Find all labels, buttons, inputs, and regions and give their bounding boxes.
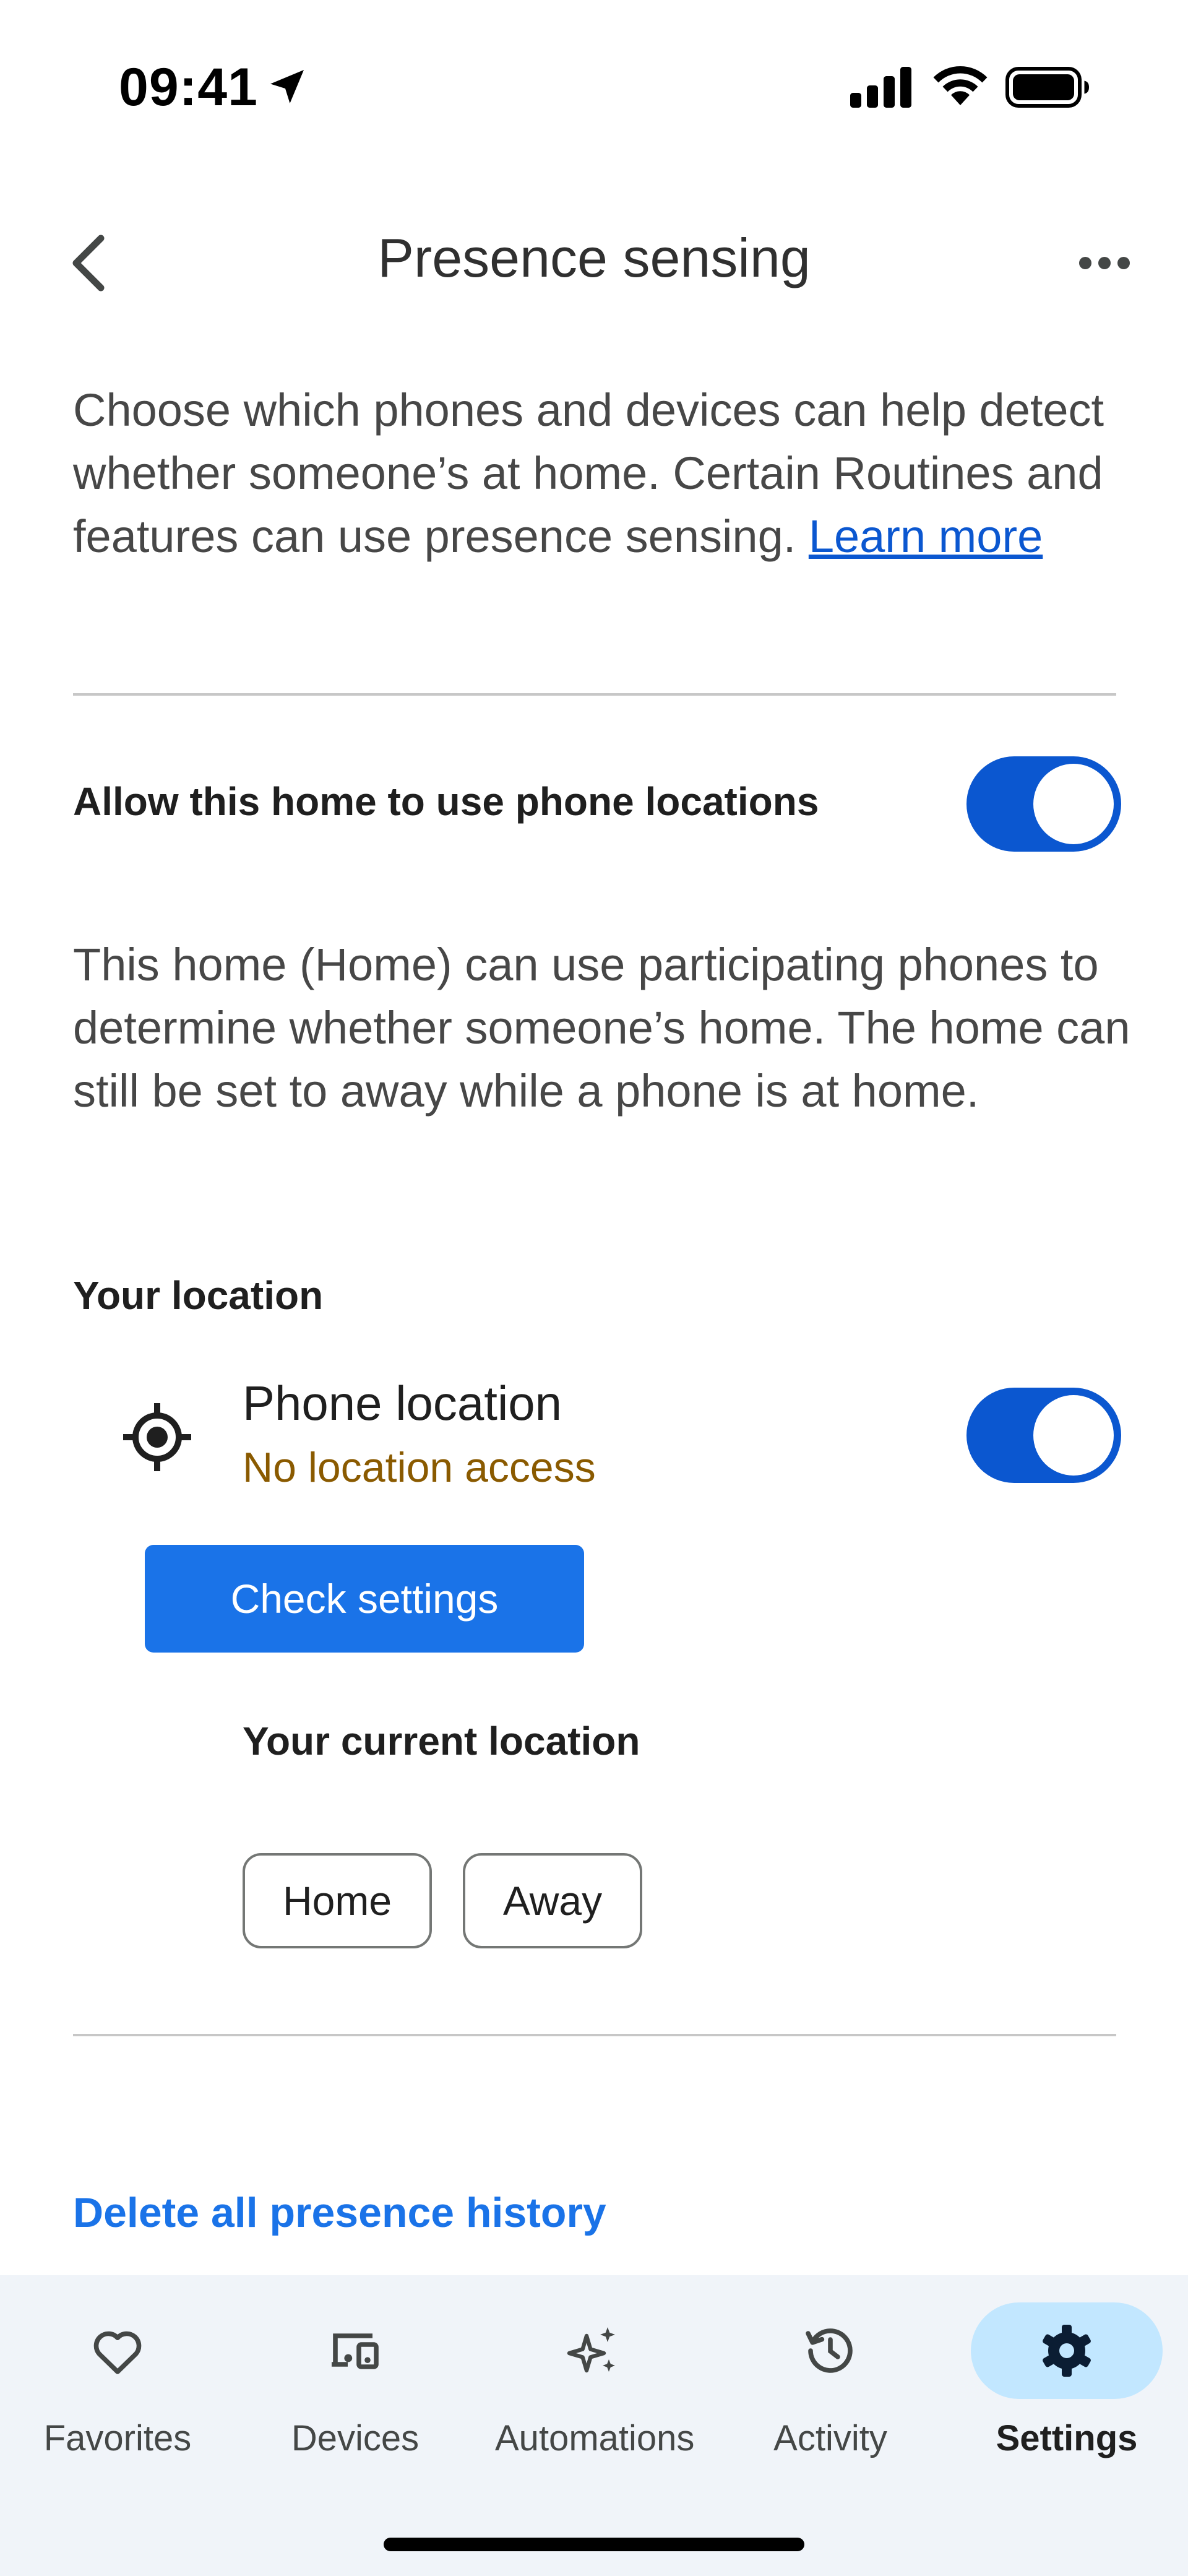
gear-icon — [1043, 2325, 1091, 2377]
cellular-signal-icon — [850, 67, 911, 108]
heart-icon — [93, 2331, 142, 2374]
history-icon — [806, 2328, 853, 2373]
sparkle-icon — [567, 2327, 615, 2373]
learn-more-link[interactable]: Learn more — [809, 511, 1043, 562]
nav-devices[interactable]: Devices — [256, 2302, 454, 2488]
wifi-icon — [933, 66, 988, 105]
nav-activity[interactable]: Activity — [731, 2302, 929, 2488]
nav-label: Activity — [773, 2418, 887, 2458]
nav-icon-container — [22, 2302, 213, 2399]
phone-location-title: Phone location — [243, 1376, 562, 1430]
more-options-button[interactable] — [1064, 235, 1145, 291]
current-location-heading: Your current location — [243, 1719, 640, 1763]
nav-icon-container — [734, 2302, 926, 2399]
nav-label: Devices — [291, 2418, 420, 2458]
nav-icon-container — [498, 2302, 690, 2399]
nav-label: Favorites — [43, 2418, 192, 2458]
divider — [73, 693, 1116, 696]
nav-automations[interactable]: Automations — [495, 2302, 695, 2488]
allow-phone-locations-label: Allow this home to use phone locations — [73, 779, 819, 824]
status-time: 09:41 — [119, 58, 258, 117]
nav-settings[interactable]: Settings — [968, 2302, 1166, 2488]
toggle-knob — [1033, 764, 1114, 844]
nav-label: Automations — [495, 2418, 695, 2458]
intro-description: Choose which phones and devices can help… — [73, 379, 1125, 568]
delete-presence-history-link[interactable]: Delete all presence history — [73, 2189, 606, 2237]
nav-favorites[interactable]: Favorites — [19, 2302, 217, 2488]
home-indicator[interactable] — [384, 2538, 804, 2551]
your-location-heading: Your location — [73, 1273, 324, 1318]
away-chip[interactable]: Away — [463, 1853, 642, 1948]
phone-location-toggle[interactable] — [966, 1388, 1121, 1483]
devices-icon — [332, 2333, 379, 2369]
home-chip[interactable]: Home — [243, 1853, 432, 1948]
home-description: This home (Home) can use participating p… — [73, 939, 1130, 1117]
page-title: Presence sensing — [377, 227, 811, 288]
phone-location-status: No location access — [243, 1444, 596, 1491]
divider — [73, 2034, 1116, 2036]
location-arrow-icon — [270, 70, 304, 103]
more-horiz-icon — [1079, 257, 1130, 269]
toggle-knob — [1033, 1395, 1114, 1476]
nav-label: Settings — [996, 2418, 1138, 2458]
check-settings-button[interactable]: Check settings — [145, 1545, 584, 1653]
my-location-icon — [123, 1403, 191, 1471]
allow-phone-locations-toggle[interactable] — [966, 756, 1121, 852]
nav-icon-container — [259, 2302, 451, 2399]
nav-icon-container-active — [971, 2302, 1163, 2399]
battery-icon — [1005, 67, 1089, 108]
